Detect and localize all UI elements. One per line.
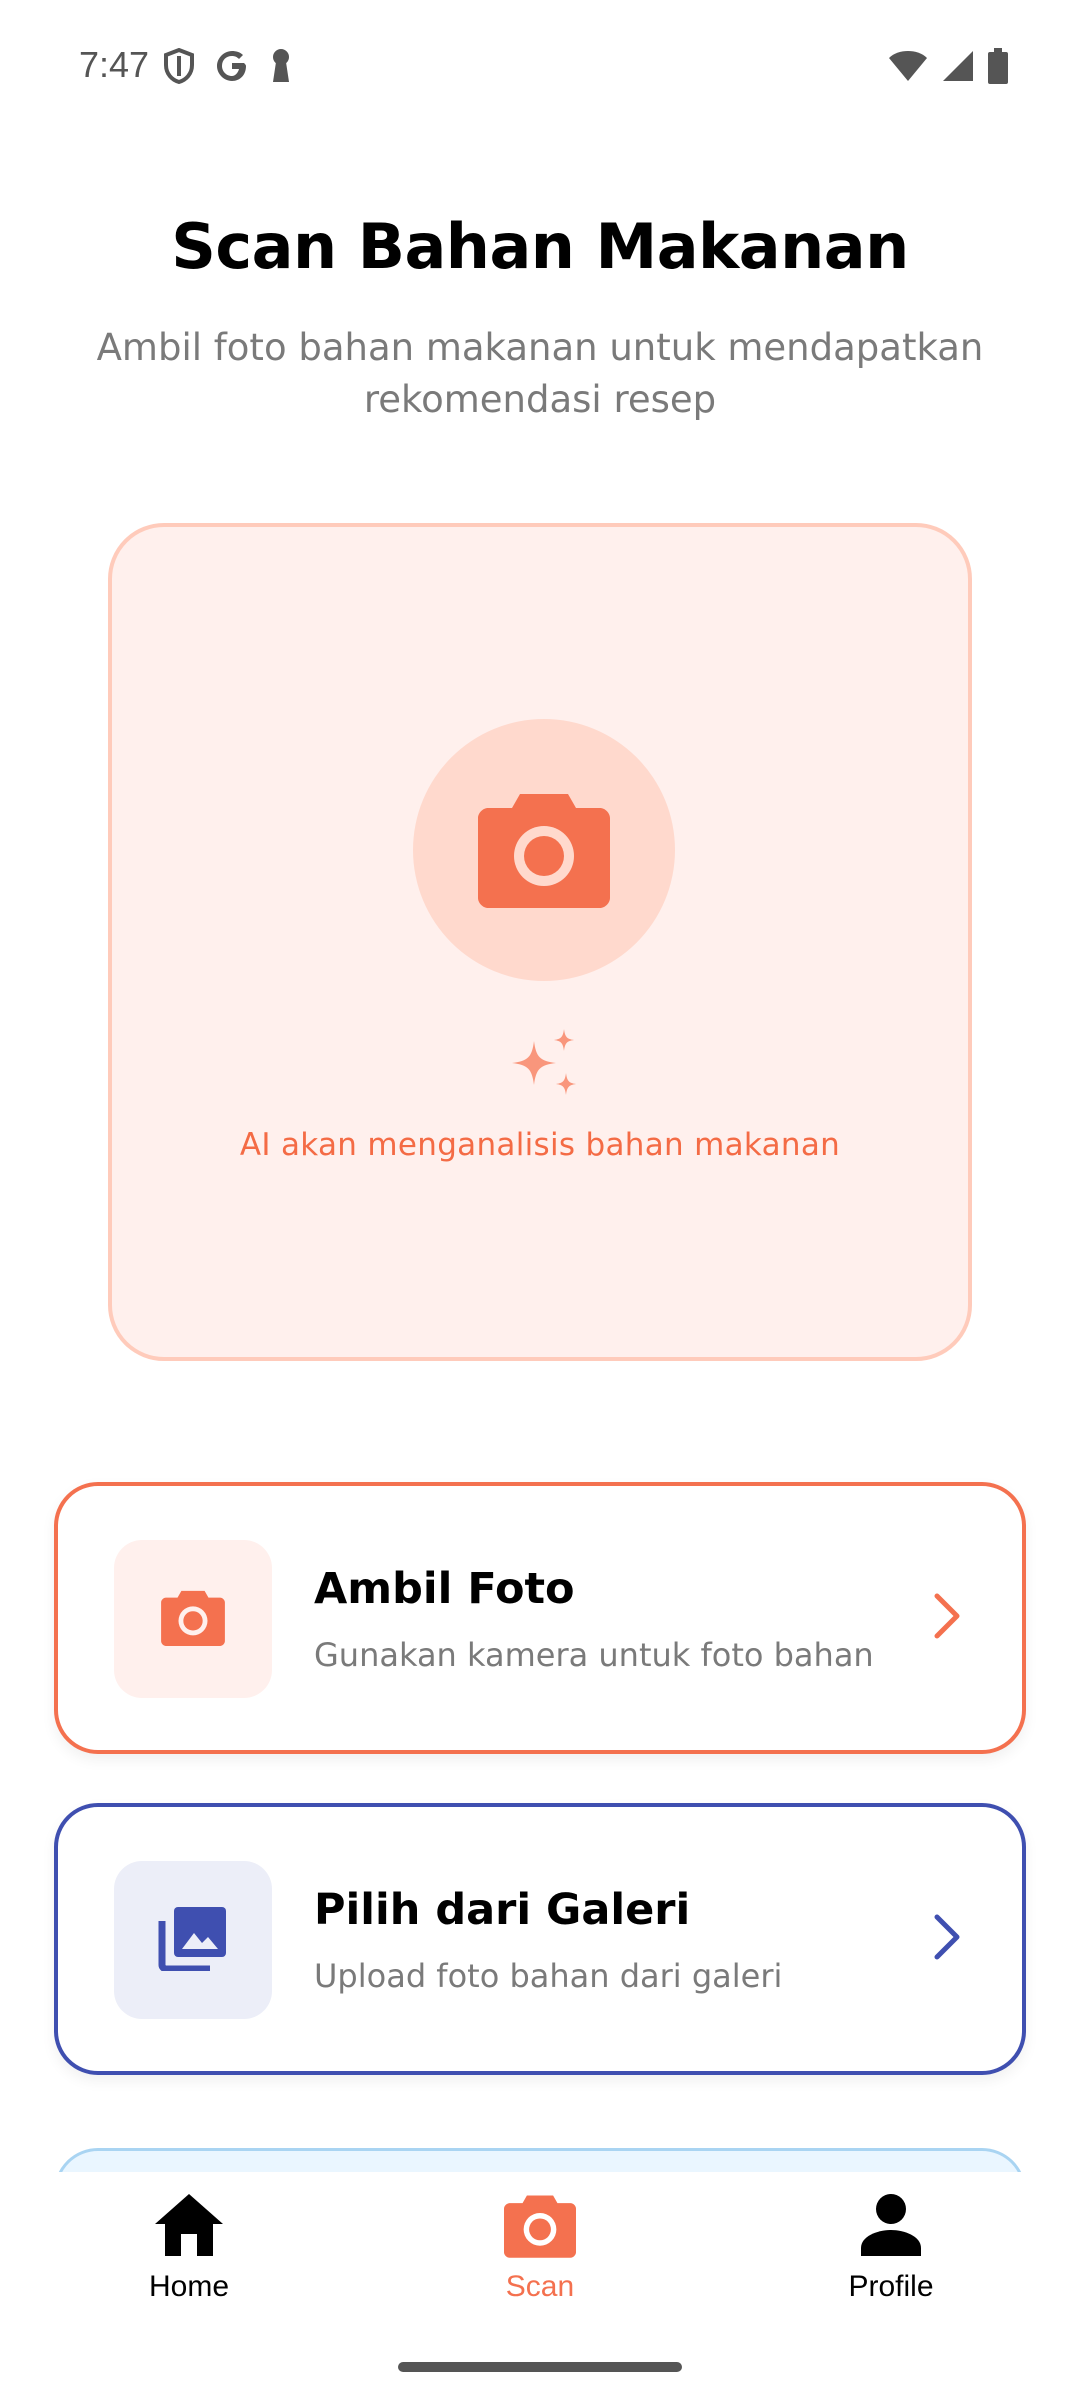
nav-item-scan[interactable]: Scan	[440, 2192, 640, 2304]
choose-gallery-button[interactable]: Pilih dari Galeri Upload foto bahan dari…	[54, 1803, 1026, 2075]
status-icons-right	[888, 48, 1008, 88]
nav-item-home[interactable]: Home	[89, 2192, 289, 2304]
option-title: Ambil Foto	[314, 1564, 575, 1614]
battery-icon	[988, 48, 1008, 88]
option-icon-box	[114, 1861, 272, 2019]
sparkle-icon	[504, 1029, 580, 1107]
chevron-right-icon	[932, 1913, 962, 1965]
page-title: Scan Bahan Makanan	[171, 210, 909, 283]
nav-label-home: Home	[148, 2270, 230, 2303]
home-indicator[interactable]	[398, 2362, 682, 2372]
camera-circle	[413, 719, 675, 981]
option-description: Upload foto bahan dari galeri	[314, 1957, 783, 1995]
status-bar: 7:47	[0, 0, 1080, 136]
google-icon	[215, 49, 249, 87]
shield-icon	[163, 47, 195, 88]
page-subtitle: Ambil foto bahan makanan untuk mendapatk…	[96, 326, 984, 421]
nav-label-profile: Profile	[848, 2270, 934, 2303]
keyhole-icon	[269, 48, 293, 88]
wifi-icon	[888, 50, 928, 86]
status-icons-left	[163, 47, 293, 88]
person-icon	[858, 2192, 924, 2262]
signal-icon	[942, 50, 974, 86]
nav-label-scan: Scan	[505, 2270, 575, 2303]
take-photo-button[interactable]: Ambil Foto Gunakan kamera untuk foto bah…	[54, 1482, 1026, 1754]
gallery-icon	[158, 1905, 228, 1975]
chevron-right-icon	[932, 1592, 962, 1644]
option-title: Pilih dari Galeri	[314, 1885, 691, 1935]
status-time: 7:47	[79, 44, 150, 85]
camera-icon	[478, 788, 610, 912]
camera-icon	[504, 2192, 576, 2262]
ai-analysis-text: AI akan menganalisis bahan makanan	[239, 1127, 841, 1163]
option-icon-box	[114, 1540, 272, 1698]
nav-item-profile[interactable]: Profile	[791, 2192, 991, 2304]
home-icon	[153, 2192, 225, 2262]
scan-preview-area[interactable]: AI akan menganalisis bahan makanan	[108, 523, 972, 1361]
camera-icon	[160, 1588, 226, 1650]
option-description: Gunakan kamera untuk foto bahan	[314, 1636, 874, 1674]
